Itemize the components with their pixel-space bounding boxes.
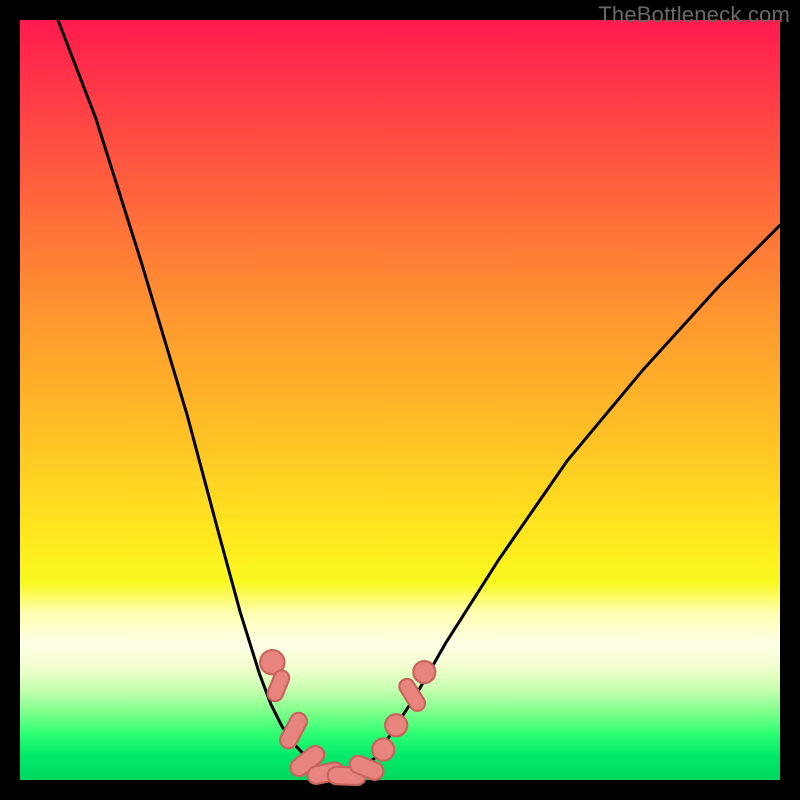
marker-circle-7 [372, 739, 394, 761]
chart-markers [260, 650, 435, 785]
marker-circle-8 [385, 714, 407, 736]
curve-left-curve [58, 20, 347, 775]
marker-circle-10 [413, 661, 435, 683]
marker-capsule-2 [277, 710, 310, 751]
chart-svg [20, 20, 780, 780]
